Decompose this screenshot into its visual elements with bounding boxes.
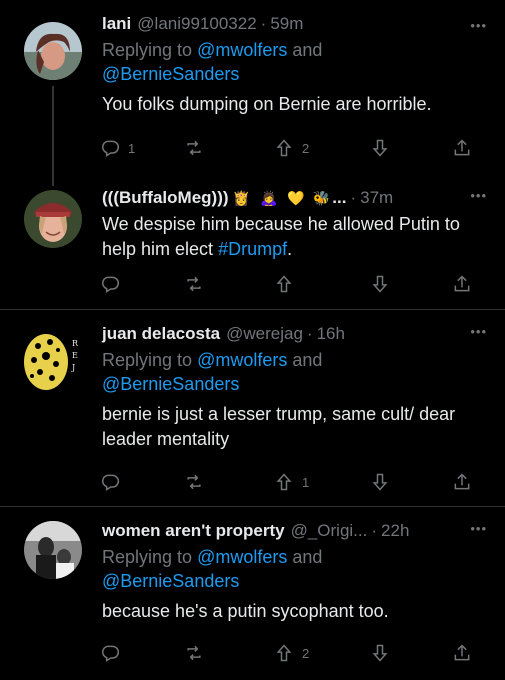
retweet-button[interactable] [184,470,204,494]
mention-link[interactable]: @BernieSanders [102,571,239,591]
timestamp[interactable]: 37m [360,184,393,212]
retweet-icon [184,472,204,492]
downvote-button[interactable] [370,470,390,494]
reply-button[interactable] [100,470,120,494]
reply-button[interactable] [100,641,120,665]
reply-icon [100,472,120,492]
separator: · [371,521,378,540]
timestamp[interactable]: 22h [381,517,409,545]
share-icon [452,138,472,158]
mention-link[interactable]: @BernieSanders [102,374,239,394]
replying-to: Replying to @mwolfers and @BernieSanders [102,547,323,591]
svg-text:J: J [71,363,75,372]
share-button[interactable] [452,470,472,494]
upvote-arrow-icon [274,643,294,663]
handle[interactable]: @werejag [226,320,303,348]
retweet-icon [184,643,204,663]
upvote-count: 2 [302,140,310,156]
display-name[interactable]: (((BuffaloMeg))) [102,184,229,212]
handle[interactable]: @_Origi... [291,517,368,545]
upvote-button[interactable] [274,272,294,296]
downvote-arrow-icon [370,643,390,663]
share-button[interactable] [452,641,472,665]
display-name[interactable]: juan delacosta [102,320,220,348]
svg-text:R: R [72,339,79,348]
tweet-text: You folks dumping on Bernie are horrible… [102,94,432,114]
downvote-button[interactable] [370,641,390,665]
handle[interactable]: @lani99100322 [137,10,256,38]
reply-icon [100,274,120,294]
mention-link[interactable]: @mwolfers [197,350,287,370]
upvote-button[interactable]: 2 [274,641,309,665]
avatar[interactable] [24,521,82,579]
reply-icon [100,643,120,663]
separator: · [306,324,313,343]
display-name[interactable]: women aren't property [102,517,285,545]
bee-emoji: 🐝 [312,190,331,206]
name-ellipsis: ... [332,188,347,207]
retweet-icon [184,274,204,294]
upvote-count: 2 [302,645,310,661]
reply-icon [100,138,120,158]
princess-emoji: 👸 [232,190,250,206]
share-icon [452,643,472,663]
tweet-2[interactable]: ••• (((BuffaloMeg))) 👸 🙇‍♀️ 💛 🐝 ... · 37… [0,170,505,310]
display-name[interactable]: lani [102,10,131,38]
avatar[interactable] [24,190,82,248]
downvote-arrow-icon [370,274,390,294]
retweet-button[interactable] [184,136,204,160]
downvote-button[interactable] [370,136,390,160]
share-button[interactable] [452,272,472,296]
upvote-button[interactable]: 2 [274,136,309,160]
mention-link[interactable]: @mwolfers [197,40,287,60]
upvote-count: 1 [302,474,310,490]
upvote-button[interactable]: 1 [274,470,309,494]
tweet-text: bernie is just a lesser trump, same cult… [102,404,456,449]
upvote-arrow-icon [274,274,294,294]
tweet-1[interactable]: ••• lani @lani99100322 · 59m Replying to… [0,0,505,186]
tweet-text: We despise him because he allowed Putin … [102,214,460,259]
mention-link[interactable]: @BernieSanders [102,64,239,84]
reply-button[interactable] [100,272,120,296]
replying-to: Replying to @mwolfers and @BernieSanders [102,40,323,84]
timestamp[interactable]: 16h [317,320,345,348]
timestamp[interactable]: 59m [270,10,303,38]
replying-to: Replying to @mwolfers and @BernieSanders [102,350,323,394]
svg-text:E: E [72,351,78,360]
share-icon [452,274,472,294]
tweet-4[interactable]: ••• women aren't property @_Origi... · 2… [0,507,505,680]
reply-button[interactable]: 1 [100,136,135,160]
avatar[interactable] [24,22,82,80]
retweet-icon [184,138,204,158]
yellow-heart-emoji: 💛 [287,190,305,206]
downvote-button[interactable] [370,272,390,296]
hashtag-link[interactable]: #Drumpf [218,239,287,259]
upvote-arrow-icon [274,472,294,492]
mention-link[interactable]: @mwolfers [197,547,287,567]
separator: · [260,14,267,33]
retweet-button[interactable] [184,272,204,296]
share-icon [452,472,472,492]
tweet-3[interactable]: R E J ••• juan delacosta @werejag · 16h … [0,310,505,508]
reply-count: 1 [128,140,136,156]
avatar[interactable]: R E J [22,324,84,396]
downvote-arrow-icon [370,138,390,158]
tweet-text: because he's a putin sycophant too. [102,601,389,621]
bowing-woman-emoji: 🙇‍♀️ [259,190,278,206]
downvote-arrow-icon [370,472,390,492]
separator: · [350,188,357,207]
upvote-arrow-icon [274,138,294,158]
retweet-button[interactable] [184,641,204,665]
share-button[interactable] [452,136,472,160]
